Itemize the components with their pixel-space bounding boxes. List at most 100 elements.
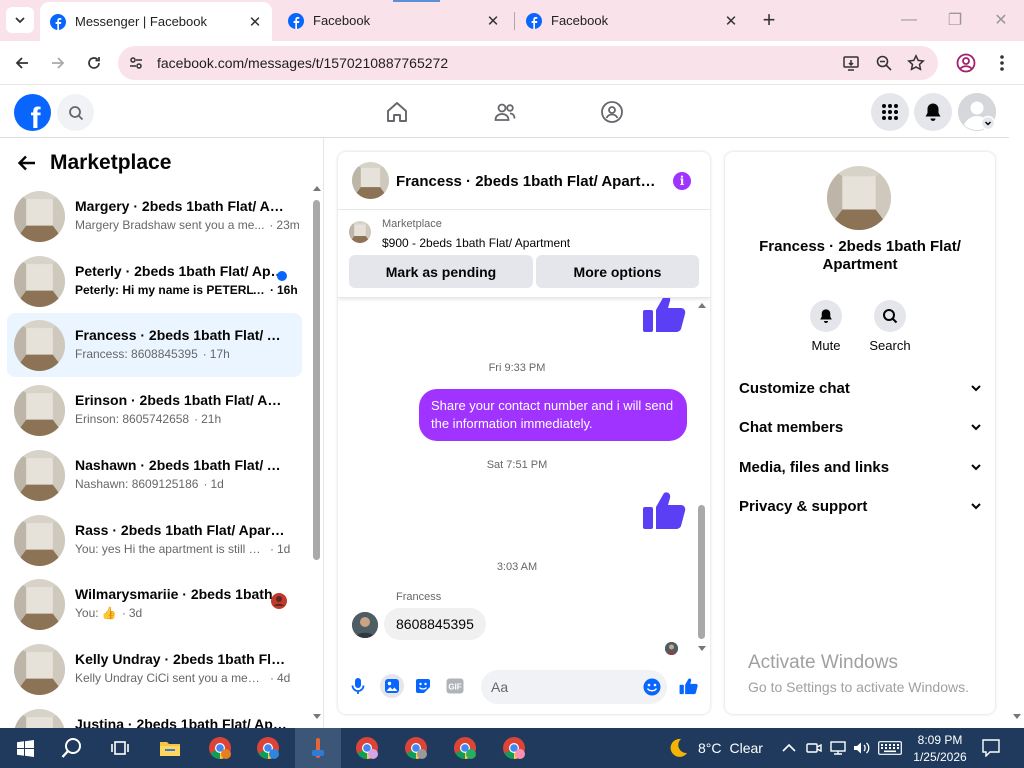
conversation-row[interactable]: Kelly Undray · 2beds 1bath Flat/ ... Kell… xyxy=(7,637,302,701)
search-in-chat-button[interactable] xyxy=(874,300,906,332)
scroll-down-icon[interactable] xyxy=(1013,714,1021,720)
start-button[interactable] xyxy=(8,728,42,768)
page-scrollbar[interactable] xyxy=(1010,86,1024,728)
privacy-support-section[interactable]: Privacy & support xyxy=(739,495,981,517)
network-icon[interactable] xyxy=(830,728,846,768)
more-options-button[interactable]: More options xyxy=(536,255,699,288)
conversation-row[interactable]: Nashawn · 2beds 1bath Flat/ Ap... Nashawn… xyxy=(7,443,302,507)
volume-icon[interactable] xyxy=(853,728,871,768)
sender-avatar[interactable] xyxy=(352,612,378,638)
chat-avatar[interactable] xyxy=(352,162,389,199)
notifications-bell-icon xyxy=(925,103,941,121)
media-files-links-section[interactable]: Media, files and links xyxy=(739,456,981,478)
scroll-up-icon[interactable] xyxy=(698,302,706,308)
customize-chat-section[interactable]: Customize chat xyxy=(739,377,981,399)
notifications-button[interactable] xyxy=(914,93,952,131)
facebook-search-button[interactable] xyxy=(57,94,94,131)
listing-price-title[interactable]: $900 - 2beds 1bath Flat/ Apartment xyxy=(382,236,570,250)
emoji-icon[interactable] xyxy=(643,678,661,696)
search-action[interactable]: Search xyxy=(860,300,920,353)
meet-now-icon[interactable] xyxy=(806,728,822,768)
person-avatar xyxy=(665,642,678,655)
url-text[interactable]: facebook.com/messages/t/1570210887765272 xyxy=(157,55,448,71)
tab-messenger[interactable]: Messenger | Facebook ✕ xyxy=(40,2,272,41)
tab-facebook-1[interactable]: Facebook ✕ xyxy=(278,0,510,41)
listing-thumbnail[interactable] xyxy=(349,221,371,243)
outgoing-message[interactable]: Share your contact number and i will sen… xyxy=(419,389,687,441)
mute-action[interactable]: Mute xyxy=(796,300,856,353)
scroll-down-icon[interactable] xyxy=(698,646,706,652)
chat-list-scrollbar[interactable] xyxy=(313,185,321,720)
mark-as-pending-button[interactable]: Mark as pending xyxy=(349,255,533,288)
conversation-row[interactable]: Wilmarysmariie · 2beds 1bath... You: 👍 · 3d xyxy=(7,572,302,636)
bookmark-star-icon[interactable] xyxy=(907,54,925,72)
voice-clip-button[interactable] xyxy=(347,675,369,697)
conversation-row[interactable]: Rass · 2beds 1bath Flat/ Apartm... You: y… xyxy=(7,508,302,572)
facebook-logo[interactable]: f xyxy=(14,94,51,131)
show-hidden-icons[interactable] xyxy=(782,728,796,768)
forward-button[interactable] xyxy=(44,49,72,77)
more-vertical-icon xyxy=(1000,55,1004,71)
system-clock[interactable]: 8:09 PM 1/25/2026 xyxy=(910,732,970,766)
reload-button[interactable] xyxy=(80,49,108,77)
tab-facebook-2[interactable]: Facebook ✕ xyxy=(516,0,748,41)
close-tab-icon[interactable]: ✕ xyxy=(244,11,266,33)
task-view-button[interactable] xyxy=(102,728,138,768)
send-like-button[interactable] xyxy=(678,675,700,697)
minimize-button[interactable]: — xyxy=(886,0,932,40)
chat-title[interactable]: Francess · 2beds 1bath Flat/ Apartm... xyxy=(396,173,656,190)
file-explorer-button[interactable] xyxy=(151,728,189,768)
keyboard-icon[interactable] xyxy=(878,728,902,768)
browser-menu-button[interactable] xyxy=(988,49,1016,77)
sticker-button[interactable] xyxy=(412,675,434,697)
taskbar-search-button[interactable] xyxy=(54,728,90,768)
install-app-icon[interactable] xyxy=(842,54,860,72)
back-button[interactable] xyxy=(8,49,36,77)
scroll-up-icon[interactable] xyxy=(313,185,321,191)
chrome-taskbar-2[interactable] xyxy=(248,728,288,768)
zoom-icon[interactable] xyxy=(875,54,893,72)
attach-photo-button[interactable] xyxy=(380,674,404,698)
close-tab-icon[interactable]: ✕ xyxy=(720,10,742,32)
mute-button[interactable] xyxy=(810,300,842,332)
site-settings-icon[interactable] xyxy=(128,55,144,71)
conversation-row[interactable]: Margery · 2beds 1bath Flat/ Apa... Marger… xyxy=(7,184,302,248)
details-avatar[interactable] xyxy=(827,166,891,230)
close-tab-icon[interactable]: ✕ xyxy=(482,10,504,32)
menu-button[interactable] xyxy=(871,93,909,131)
close-window-button[interactable]: ✕ xyxy=(978,0,1024,40)
account-avatar[interactable] xyxy=(958,93,996,131)
chrome-taskbar-4[interactable] xyxy=(395,728,437,768)
restore-button[interactable]: ❐ xyxy=(932,0,978,40)
chrome-taskbar-5[interactable] xyxy=(444,728,486,768)
new-tab-button[interactable]: + xyxy=(756,7,782,33)
conversation-row[interactable]: Erinson · 2beds 1bath Flat/ Apar... Erins… xyxy=(7,378,302,442)
chat-members-section[interactable]: Chat members xyxy=(739,416,981,438)
message-input[interactable]: Aa xyxy=(481,670,667,704)
address-bar[interactable]: facebook.com/messages/t/1570210887765272 xyxy=(118,46,938,80)
conversation-time-prefix: · xyxy=(269,218,274,232)
tab-search-dropdown[interactable] xyxy=(6,7,34,33)
notification-center-button[interactable] xyxy=(982,728,1000,768)
chrome-taskbar-1[interactable] xyxy=(200,728,240,768)
chrome-taskbar-3[interactable] xyxy=(346,728,388,768)
room-thumbnail xyxy=(349,221,371,243)
weather-widget[interactable]: 8°C Clear xyxy=(666,728,763,768)
chat-list-scroll-thumb[interactable] xyxy=(313,200,320,560)
friends-nav-button[interactable] xyxy=(491,98,519,126)
profile-button[interactable] xyxy=(952,49,980,77)
scroll-down-icon[interactable] xyxy=(313,714,321,720)
home-nav-button[interactable] xyxy=(383,98,411,126)
conversation-row[interactable]: Francess · 2beds 1bath Flat/ Apa... Franc… xyxy=(7,313,302,378)
incoming-message[interactable]: 8608845395 xyxy=(384,608,486,640)
info-icon[interactable]: i xyxy=(673,172,691,190)
gif-button[interactable]: GIF xyxy=(444,675,466,697)
groups-nav-button[interactable] xyxy=(598,98,626,126)
chat-scroll-thumb[interactable] xyxy=(698,505,705,639)
conversation-row[interactable]: Justina · 2beds 1bath Flat/ Apart... xyxy=(7,702,302,728)
chrome-taskbar-6[interactable] xyxy=(493,728,535,768)
back-arrow-icon[interactable] xyxy=(16,152,38,174)
conversation-row[interactable]: Peterly · 2beds 1bath Flat/ Apa... Peterl… xyxy=(7,249,302,313)
chat-scrollbar[interactable] xyxy=(697,298,706,658)
active-app-taskbar[interactable] xyxy=(295,728,341,768)
